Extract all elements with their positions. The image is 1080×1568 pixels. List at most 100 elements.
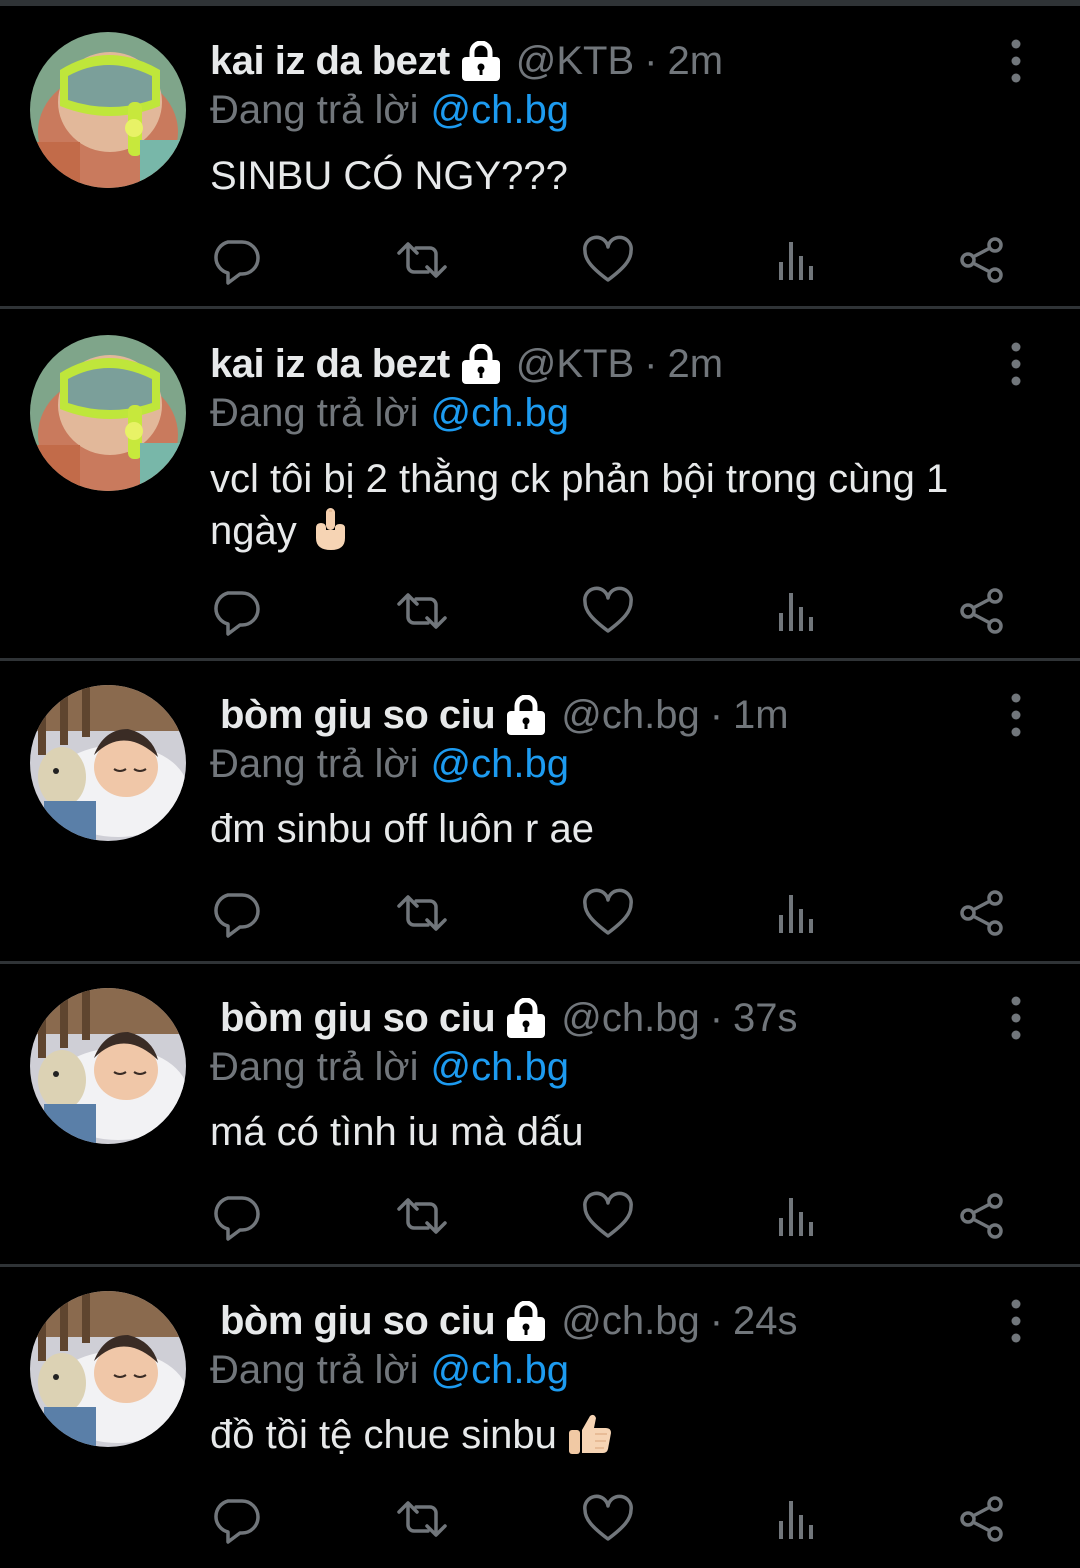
- display-name[interactable]: bòm giu so ciu: [220, 1296, 496, 1346]
- replying-to: Đang trả lời @ch.bg: [210, 739, 569, 789]
- replying-to-label: Đang trả lời: [210, 88, 419, 132]
- tweet-item[interactable]: kai iz da bezt @KTB · 2m Đang trả lời @ch…: [0, 6, 1080, 309]
- share-icon[interactable]: [952, 1489, 1012, 1549]
- tweet-text-content: đm sinbu off luôn r ae: [210, 807, 594, 851]
- heart-icon[interactable]: [578, 230, 638, 290]
- replying-to-label: Đang trả lời: [210, 391, 419, 435]
- more-vertical-icon[interactable]: [998, 690, 1034, 740]
- lock-icon: [460, 344, 502, 384]
- reply-mention-link[interactable]: @ch.bg: [431, 1045, 569, 1089]
- retweet-icon[interactable]: [392, 1489, 452, 1549]
- replying-to: Đang trả lời @ch.bg: [210, 1345, 569, 1395]
- handle[interactable]: @ch.bg: [561, 1296, 699, 1346]
- separator: ·: [644, 342, 658, 386]
- timestamp[interactable]: 37s: [733, 993, 798, 1043]
- sleeping-baby-avatar-image: [30, 988, 186, 1144]
- share-icon[interactable]: [952, 1186, 1012, 1246]
- more-vertical-icon[interactable]: [998, 993, 1034, 1043]
- handle[interactable]: @ch.bg: [561, 690, 699, 740]
- replying-to-label: Đang trả lời: [210, 1045, 419, 1089]
- separator: ·: [644, 39, 658, 83]
- tweet-header: bòm giu so ciu @ch.bg · 37s: [220, 993, 798, 1043]
- reply-bubble-icon[interactable]: [206, 581, 266, 641]
- heart-icon[interactable]: [578, 581, 638, 641]
- tweet-text: má có tình iu mà dấu: [210, 1106, 1030, 1158]
- replying-to-label: Đang trả lời: [210, 1348, 419, 1392]
- more-vertical-icon[interactable]: [998, 339, 1034, 389]
- snorkel-mask-avatar-image: [30, 32, 186, 188]
- replying-to: Đang trả lời @ch.bg: [210, 85, 569, 135]
- tweet-item[interactable]: bòm giu so ciu @ch.bg · 24s Đang trả lời…: [0, 1267, 1080, 1568]
- timestamp[interactable]: 24s: [733, 1296, 798, 1346]
- display-name[interactable]: bòm giu so ciu: [220, 690, 496, 740]
- tweet-item[interactable]: bòm giu so ciu @ch.bg · 37s Đang trả lời…: [0, 964, 1080, 1267]
- reply-bubble-icon[interactable]: [206, 1186, 266, 1246]
- tweet-item[interactable]: bòm giu so ciu @ch.bg · 1m Đang trả lời @…: [0, 661, 1080, 964]
- reply-bubble-icon[interactable]: [206, 1489, 266, 1549]
- separator: ·: [709, 996, 724, 1040]
- avatar[interactable]: [30, 335, 186, 491]
- reply-mention-link[interactable]: @ch.bg: [431, 88, 569, 132]
- avatar[interactable]: [30, 685, 186, 841]
- handle[interactable]: @KTB: [516, 36, 634, 86]
- tweet-text: vcl tôi bị 2 thằng ck phản bội trong cùn…: [210, 453, 1030, 557]
- tweet-text-content: đồ tồi tệ chue sinbu: [210, 1413, 557, 1457]
- thumbs-up-emoji-icon: [567, 1410, 613, 1456]
- handle[interactable]: @KTB: [516, 339, 634, 389]
- replying-to-label: Đang trả lời: [210, 742, 419, 786]
- tweet-header: kai iz da bezt @KTB · 2m: [210, 36, 723, 86]
- middle-finger-emoji-icon: [307, 506, 353, 552]
- separator: ·: [709, 1299, 724, 1343]
- timestamp[interactable]: 2m: [667, 36, 723, 86]
- tweet-header: bòm giu so ciu @ch.bg · 24s: [220, 1296, 798, 1346]
- sleeping-baby-avatar-image: [30, 685, 186, 841]
- share-icon[interactable]: [952, 581, 1012, 641]
- tweet-item[interactable]: kai iz da bezt @KTB · 2m Đang trả lời @ch…: [0, 309, 1080, 661]
- more-vertical-icon[interactable]: [998, 36, 1034, 86]
- retweet-icon[interactable]: [392, 581, 452, 641]
- views-bar-chart-icon[interactable]: [766, 230, 826, 290]
- tweet-header: kai iz da bezt @KTB · 2m: [210, 339, 723, 389]
- views-bar-chart-icon[interactable]: [766, 1186, 826, 1246]
- action-bar: [0, 581, 1080, 641]
- separator: ·: [709, 693, 724, 737]
- more-vertical-icon[interactable]: [998, 1296, 1034, 1346]
- reply-mention-link[interactable]: @ch.bg: [431, 391, 569, 435]
- display-name[interactable]: kai iz da bezt: [210, 36, 450, 86]
- action-bar: [0, 883, 1080, 943]
- reply-mention-link[interactable]: @ch.bg: [431, 1348, 569, 1392]
- avatar[interactable]: [30, 32, 186, 188]
- retweet-icon[interactable]: [392, 1186, 452, 1246]
- display-name[interactable]: bòm giu so ciu: [220, 993, 496, 1043]
- share-icon[interactable]: [952, 883, 1012, 943]
- handle[interactable]: @ch.bg: [561, 993, 699, 1043]
- action-bar: [0, 1186, 1080, 1246]
- reply-bubble-icon[interactable]: [206, 230, 266, 290]
- timestamp[interactable]: 1m: [733, 690, 789, 740]
- avatar[interactable]: [30, 1291, 186, 1447]
- views-bar-chart-icon[interactable]: [766, 883, 826, 943]
- display-name[interactable]: kai iz da bezt: [210, 339, 450, 389]
- retweet-icon[interactable]: [392, 883, 452, 943]
- replying-to: Đang trả lời @ch.bg: [210, 388, 569, 438]
- heart-icon[interactable]: [578, 1489, 638, 1549]
- tweet-header: bòm giu so ciu @ch.bg · 1m: [220, 690, 789, 740]
- heart-icon[interactable]: [578, 1186, 638, 1246]
- retweet-icon[interactable]: [392, 230, 452, 290]
- timestamp[interactable]: 2m: [667, 339, 723, 389]
- avatar[interactable]: [30, 988, 186, 1144]
- reply-mention-link[interactable]: @ch.bg: [431, 742, 569, 786]
- action-bar: [0, 230, 1080, 290]
- views-bar-chart-icon[interactable]: [766, 581, 826, 641]
- sleeping-baby-avatar-image: [30, 1291, 186, 1447]
- views-bar-chart-icon[interactable]: [766, 1489, 826, 1549]
- tweet-text: đm sinbu off luôn r ae: [210, 803, 1030, 855]
- tweet-text-content: má có tình iu mà dấu: [210, 1110, 584, 1154]
- reply-bubble-icon[interactable]: [206, 883, 266, 943]
- share-icon[interactable]: [952, 230, 1012, 290]
- snorkel-mask-avatar-image: [30, 335, 186, 491]
- heart-icon[interactable]: [578, 883, 638, 943]
- lock-icon: [505, 998, 547, 1038]
- replying-to: Đang trả lời @ch.bg: [210, 1042, 569, 1092]
- tweet-text-content: SINBU CÓ NGY???: [210, 154, 568, 198]
